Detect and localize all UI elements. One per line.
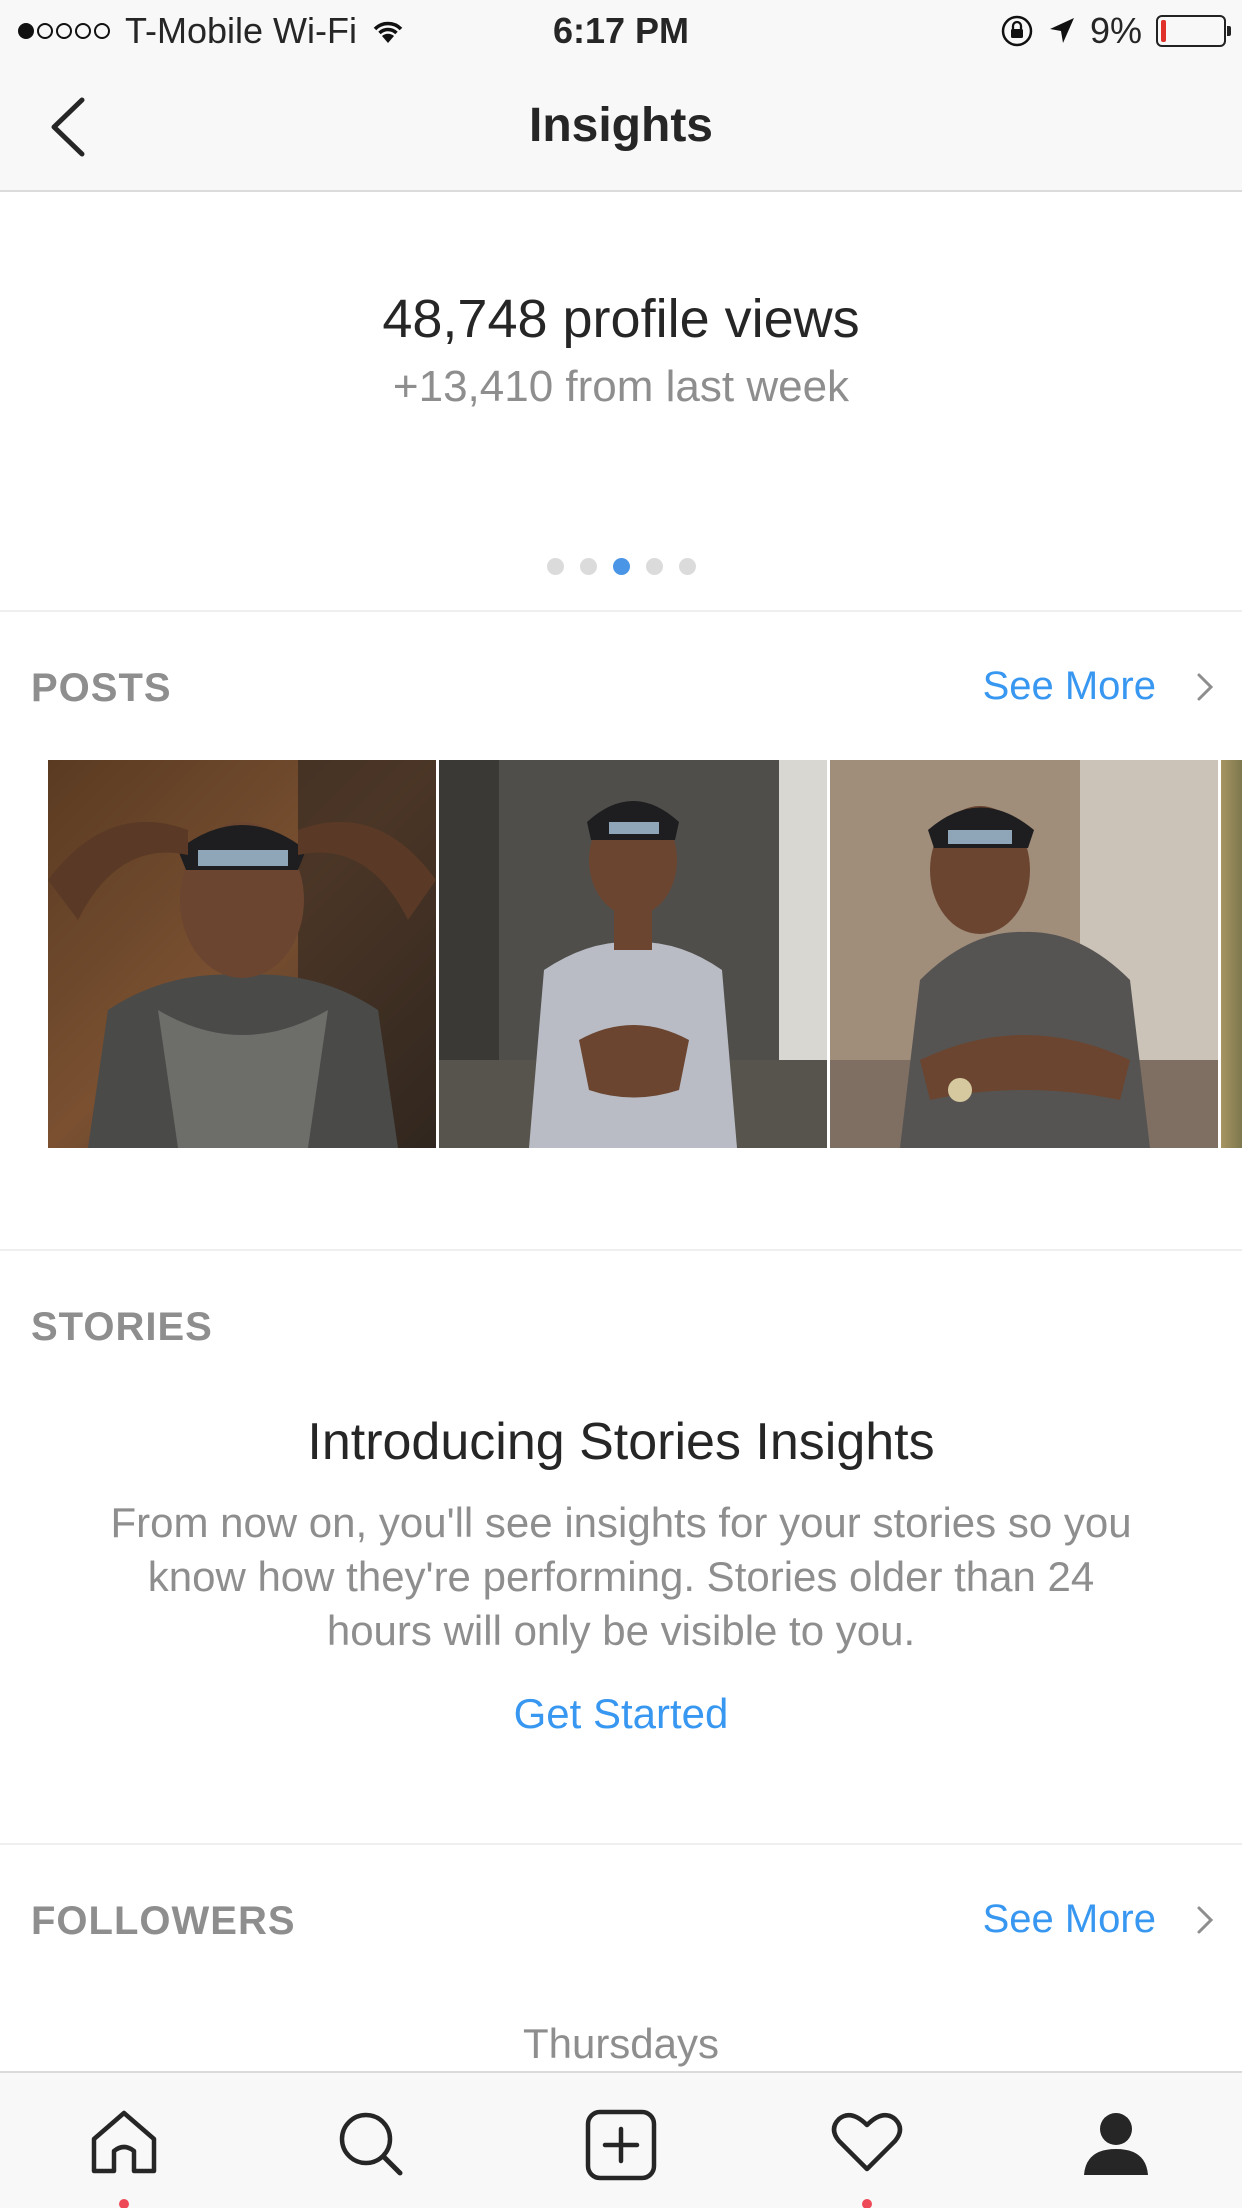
chevron-right-icon	[1197, 1906, 1214, 1933]
posts-section-label: POSTS	[31, 666, 172, 710]
tab-add-post[interactable]	[581, 2109, 661, 2189]
page-dot	[579, 558, 597, 575]
stories-intro-title: Introducing Stories Insights	[307, 1413, 935, 1471]
get-started-link[interactable]: Get Started	[0, 1690, 1242, 1738]
page-dot	[678, 558, 696, 575]
see-more-label: See More	[982, 664, 1156, 708]
profile-views-delta: +13,410 from last week	[392, 362, 850, 411]
tab-home[interactable]	[84, 2109, 164, 2208]
home-icon	[91, 2110, 157, 2174]
post-thumbnail[interactable]	[439, 760, 827, 1148]
stories-section-label: STORIES	[31, 1305, 213, 1349]
page-dot	[546, 558, 564, 575]
notification-dot	[119, 2199, 129, 2208]
add-post-icon	[585, 2109, 657, 2181]
status-right: 9%	[986, 10, 1231, 52]
followers-top-day: Thursdays	[522, 2020, 720, 2067]
post-image	[439, 760, 827, 1148]
search-icon	[339, 2112, 403, 2176]
page-title: Insights	[528, 99, 713, 152]
tab-search[interactable]	[331, 2109, 411, 2189]
page-dot	[645, 558, 663, 575]
followers-see-more-button[interactable]: See More	[983, 1897, 1214, 1942]
post-thumbnail-peek[interactable]	[1221, 760, 1242, 1148]
page-indicator	[0, 558, 1242, 575]
battery-percent: 9%	[1089, 10, 1142, 51]
see-more-label: See More	[982, 1897, 1156, 1941]
battery-icon	[1156, 15, 1231, 47]
stories-intro-body: From now on, you'll see insights for you…	[110, 1499, 1132, 1654]
section-divider	[0, 1249, 1242, 1251]
heart-icon	[831, 2112, 903, 2172]
tab-bar	[0, 2071, 1242, 2208]
posts-see-more-button[interactable]: See More	[983, 664, 1214, 709]
post-thumbnail[interactable]	[830, 760, 1218, 1148]
profile-views-count: 48,748 profile views	[382, 289, 860, 349]
chevron-right-icon	[1197, 673, 1214, 700]
page-dot	[612, 558, 630, 575]
notification-dot	[862, 2199, 872, 2208]
location-arrow-icon	[1049, 18, 1074, 43]
post-image	[48, 760, 436, 1148]
post-image	[830, 760, 1218, 1148]
rotation-lock-icon	[1001, 15, 1033, 47]
profile-icon	[1084, 2113, 1148, 2175]
section-divider	[0, 1843, 1242, 1845]
tab-profile[interactable]	[1076, 2109, 1156, 2189]
followers-section-label: FOLLOWERS	[31, 1899, 296, 1943]
status-bar: T-Mobile Wi-Fi 6:17 PM 9%	[0, 0, 1242, 62]
nav-bar: Insights	[0, 62, 1242, 192]
profile-views-card[interactable]: 48,748 profile views +13,410 from last w…	[0, 192, 1242, 612]
post-thumbnail[interactable]	[48, 760, 436, 1148]
tab-activity[interactable]	[827, 2109, 907, 2208]
posts-carousel[interactable]	[48, 760, 1242, 1148]
